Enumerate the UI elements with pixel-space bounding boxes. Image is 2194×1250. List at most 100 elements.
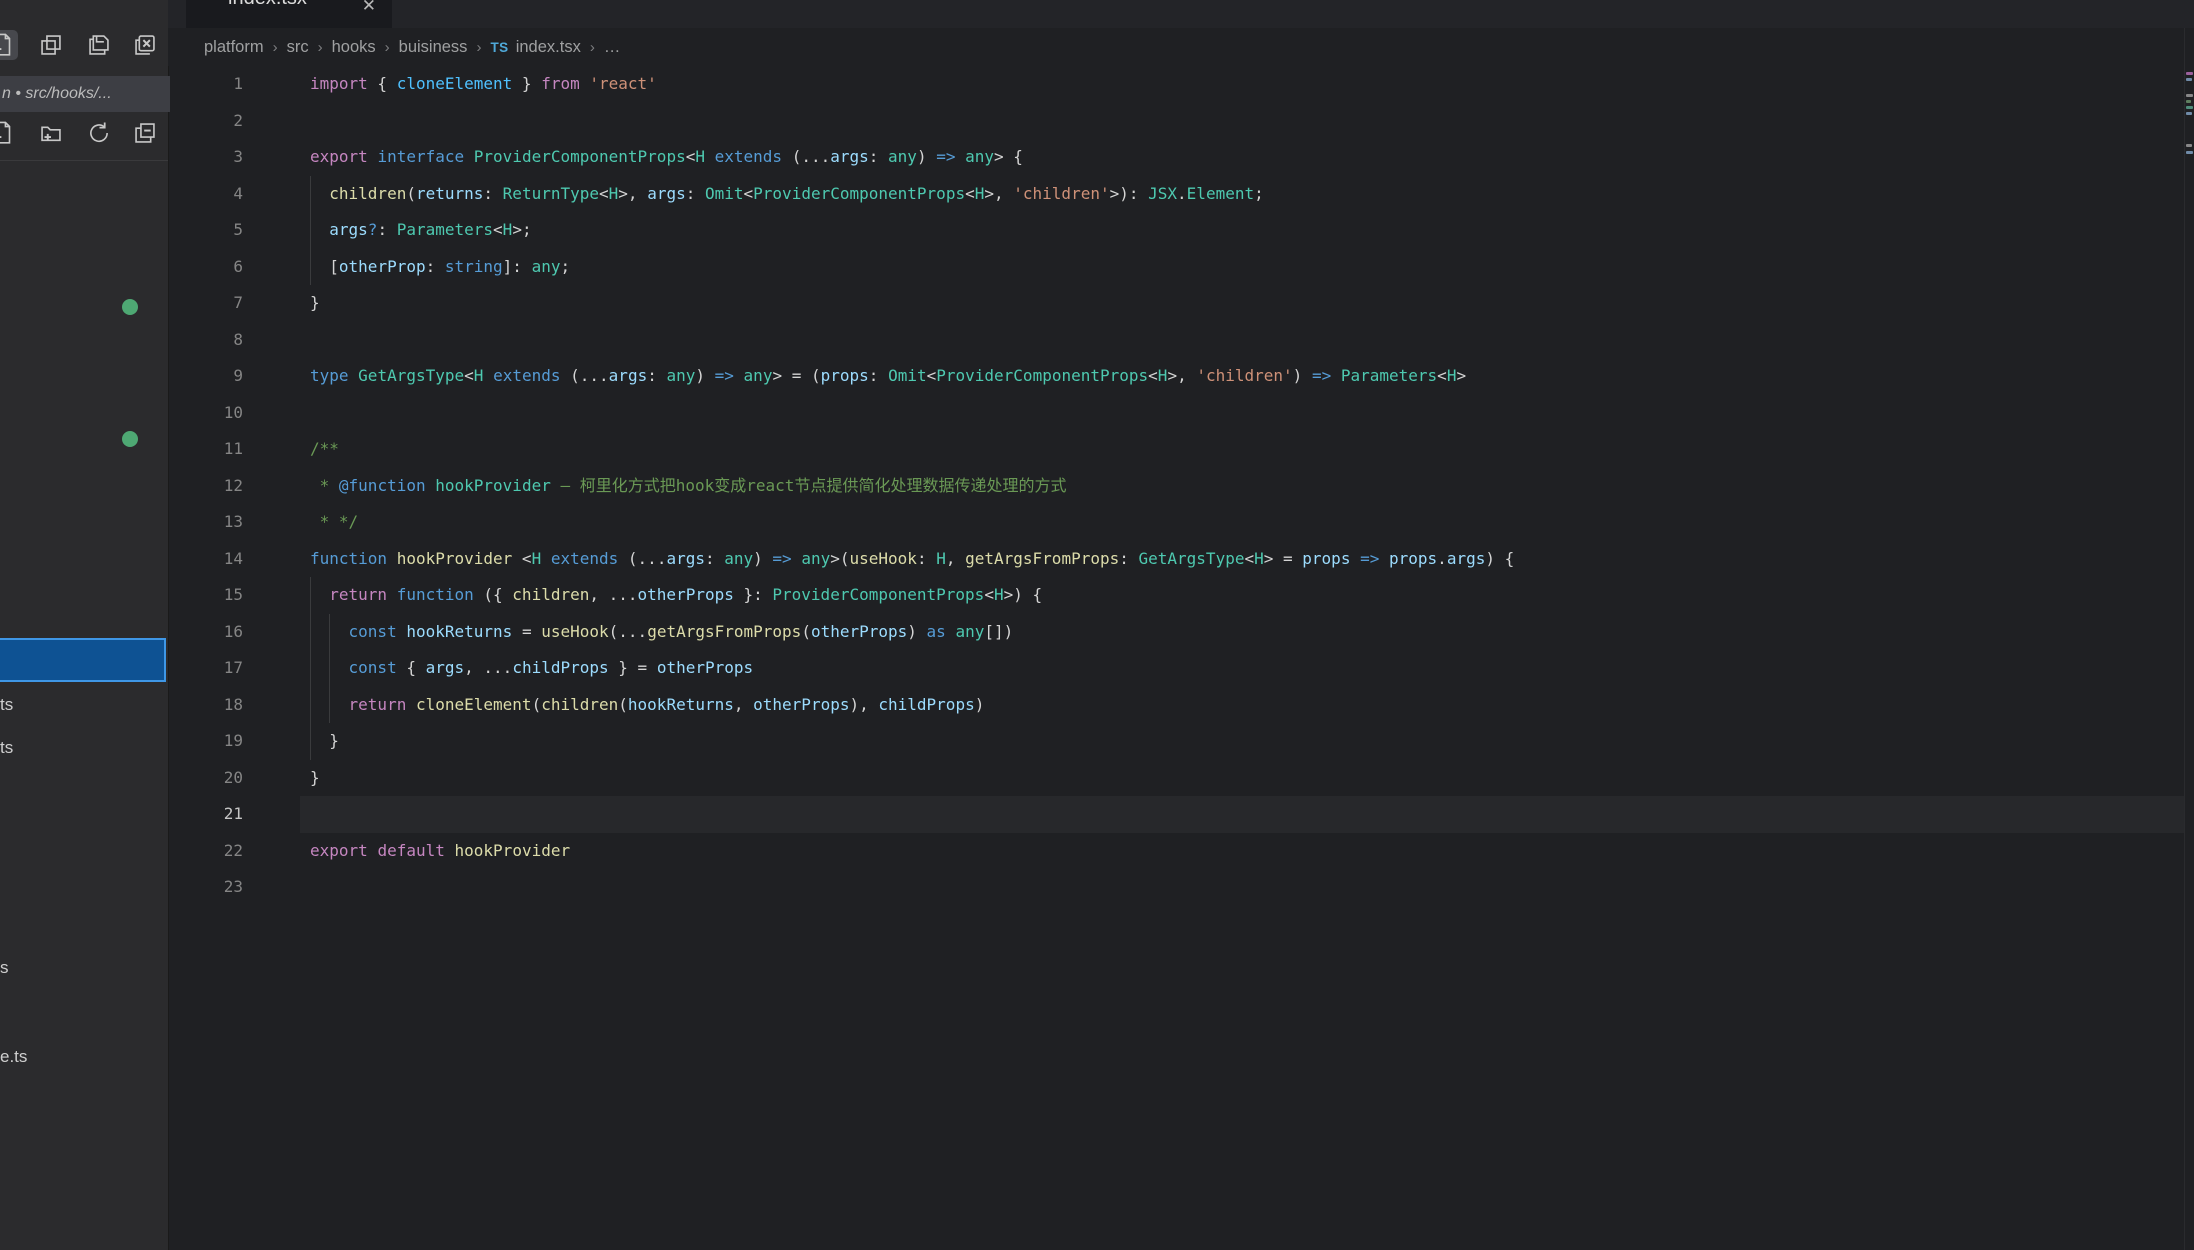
indent-guide [310, 723, 311, 760]
code-line-4[interactable]: 4 children(returns: ReturnType<H>, args:… [168, 176, 2194, 213]
code-line-14[interactable]: 14function hookProvider <H extends (...a… [168, 541, 2194, 578]
code-line-7[interactable]: 7} [168, 285, 2194, 322]
code-text: const hookReturns = useHook(...getArgsFr… [310, 614, 1013, 651]
line-number: 20 [168, 760, 243, 797]
code-line-20[interactable]: 20} [168, 760, 2194, 797]
breadcrumb-item[interactable]: src [287, 38, 309, 57]
breadcrumb-item[interactable]: buisiness [399, 38, 468, 57]
line-number: 10 [168, 395, 243, 432]
tree-selected-row[interactable] [0, 638, 166, 682]
code-text: } [310, 723, 339, 760]
minimap-mark [2186, 106, 2193, 109]
ts-file-icon: TS [490, 40, 508, 55]
line-number: 5 [168, 212, 243, 249]
minimap-mark [2186, 112, 2192, 115]
minimap-mark [2186, 151, 2193, 154]
breadcrumb-more[interactable]: … [604, 38, 621, 57]
breadcrumb-file[interactable]: index.tsx [516, 38, 581, 57]
line-number: 12 [168, 468, 243, 505]
code-line-2[interactable]: 2 [168, 103, 2194, 140]
indent-guide [329, 687, 330, 724]
code-line-6[interactable]: 6 [otherProp: string]: any; [168, 249, 2194, 286]
tree-item[interactable]: s [0, 946, 9, 990]
minimap[interactable] [2184, 28, 2194, 1250]
chevron-right-icon: › [476, 39, 481, 56]
code-text: type GetArgsType<H extends (...args: any… [310, 358, 1466, 395]
code-line-1[interactable]: 1 import { cloneElement } from 'react' [168, 66, 2194, 103]
code-line-18[interactable]: 18 return cloneElement(children(hookRetu… [168, 687, 2194, 724]
code-text: } [310, 285, 320, 322]
minimap-mark [2186, 78, 2192, 81]
code-text: /** [310, 431, 339, 468]
code-editor[interactable]: 1 import { cloneElement } from 'react' 23 e… [168, 66, 2194, 906]
minimap-mark [2186, 100, 2191, 103]
breadcrumb-item[interactable]: platform [204, 38, 264, 57]
new-file-icon[interactable] [0, 30, 18, 60]
open-editor-active-item[interactable]: n • src/hooks/... [0, 76, 170, 112]
code-line-22[interactable]: 22export default hookProvider [168, 833, 2194, 870]
code-text: import { cloneElement } from 'react' [310, 66, 657, 103]
code-text: * @function hookProvider — 柯里化方式把hook变成r… [310, 468, 1066, 505]
code-line-19[interactable]: 19 } [168, 723, 2194, 760]
code-line-10[interactable]: 10 [168, 395, 2194, 432]
indent-guide [310, 176, 311, 213]
code-line-21[interactable]: 21 [168, 796, 2194, 833]
line-number: 7 [168, 285, 243, 322]
line-number: 3 [168, 139, 243, 176]
tab-index-tsx[interactable]: index.tsx ✕ [186, 0, 392, 28]
new-folder-icon[interactable] [36, 118, 66, 148]
close-icon[interactable]: ✕ [362, 0, 376, 16]
indent-guide [310, 577, 311, 614]
line-number: 9 [168, 358, 243, 395]
save-all-icon[interactable] [84, 30, 114, 60]
indent-guide [329, 614, 330, 651]
close-all-icon[interactable] [130, 30, 160, 60]
code-text: return cloneElement(children(hookReturns… [310, 687, 984, 724]
line-number: 21 [168, 796, 243, 833]
code-text: const { args, ...childProps } = otherPro… [310, 650, 753, 687]
line-number: 15 [168, 577, 243, 614]
tab-label: index.tsx [228, 0, 307, 10]
modified-dot-icon [122, 299, 138, 315]
explorer-toolbar [0, 116, 168, 152]
tree-item[interactable]: ts [0, 683, 13, 727]
code-line-23[interactable]: 23 [168, 869, 2194, 906]
code-line-13[interactable]: 13 * */ [168, 504, 2194, 541]
line-number: 1 [168, 66, 243, 103]
minimap-mark [2186, 94, 2193, 97]
code-line-9[interactable]: 9 type GetArgsType<H extends (...args: an… [168, 358, 2194, 395]
refresh-icon[interactable] [84, 118, 114, 148]
line-number: 6 [168, 249, 243, 286]
code-line-17[interactable]: 17 const { args, ...childProps } = other… [168, 650, 2194, 687]
code-text: * */ [310, 504, 358, 541]
code-line-3[interactable]: 3 export interface ProviderComponentProps… [168, 139, 2194, 176]
line-number: 16 [168, 614, 243, 651]
new-file-icon[interactable] [0, 118, 18, 148]
collapse-folders-icon[interactable] [130, 118, 160, 148]
indent-guide [310, 614, 311, 651]
code-line-5[interactable]: 5 args?: Parameters<H>; [168, 212, 2194, 249]
minimap-mark [2186, 144, 2192, 147]
code-text: export interface ProviderComponentProps<… [310, 139, 1023, 176]
line-number: 19 [168, 723, 243, 760]
code-line-11[interactable]: 11 /** [168, 431, 2194, 468]
minimap-mark [2186, 72, 2193, 75]
tree-item[interactable]: ts [0, 726, 13, 770]
code-line-16[interactable]: 16 const hookReturns = useHook(...getArg… [168, 614, 2194, 651]
code-line-8[interactable]: 8 [168, 322, 2194, 359]
vscode-window: n • src/hooks/... ts ts s e.ts [0, 0, 2194, 1250]
code-line-12[interactable]: 12 * @function hookProvider — 柯里化方式把hook… [168, 468, 2194, 505]
breadcrumb-item[interactable]: hooks [332, 38, 376, 57]
open-editor-label: n • src/hooks/... [2, 85, 112, 103]
code-line-15[interactable]: 15 return function ({ children, ...other… [168, 577, 2194, 614]
explorer-sidebar: n • src/hooks/... ts ts s e.ts [0, 0, 169, 1250]
indent-guide [329, 650, 330, 687]
tree-item[interactable]: e.ts [0, 1035, 27, 1079]
code-text: [otherProp: string]: any; [310, 249, 570, 286]
line-number: 2 [168, 103, 243, 140]
tab-bar: index.tsx ✕ [168, 0, 2194, 28]
line-number: 11 [168, 431, 243, 468]
split-editor-icon[interactable] [36, 30, 66, 60]
indent-guide [310, 687, 311, 724]
line-number: 23 [168, 869, 243, 906]
